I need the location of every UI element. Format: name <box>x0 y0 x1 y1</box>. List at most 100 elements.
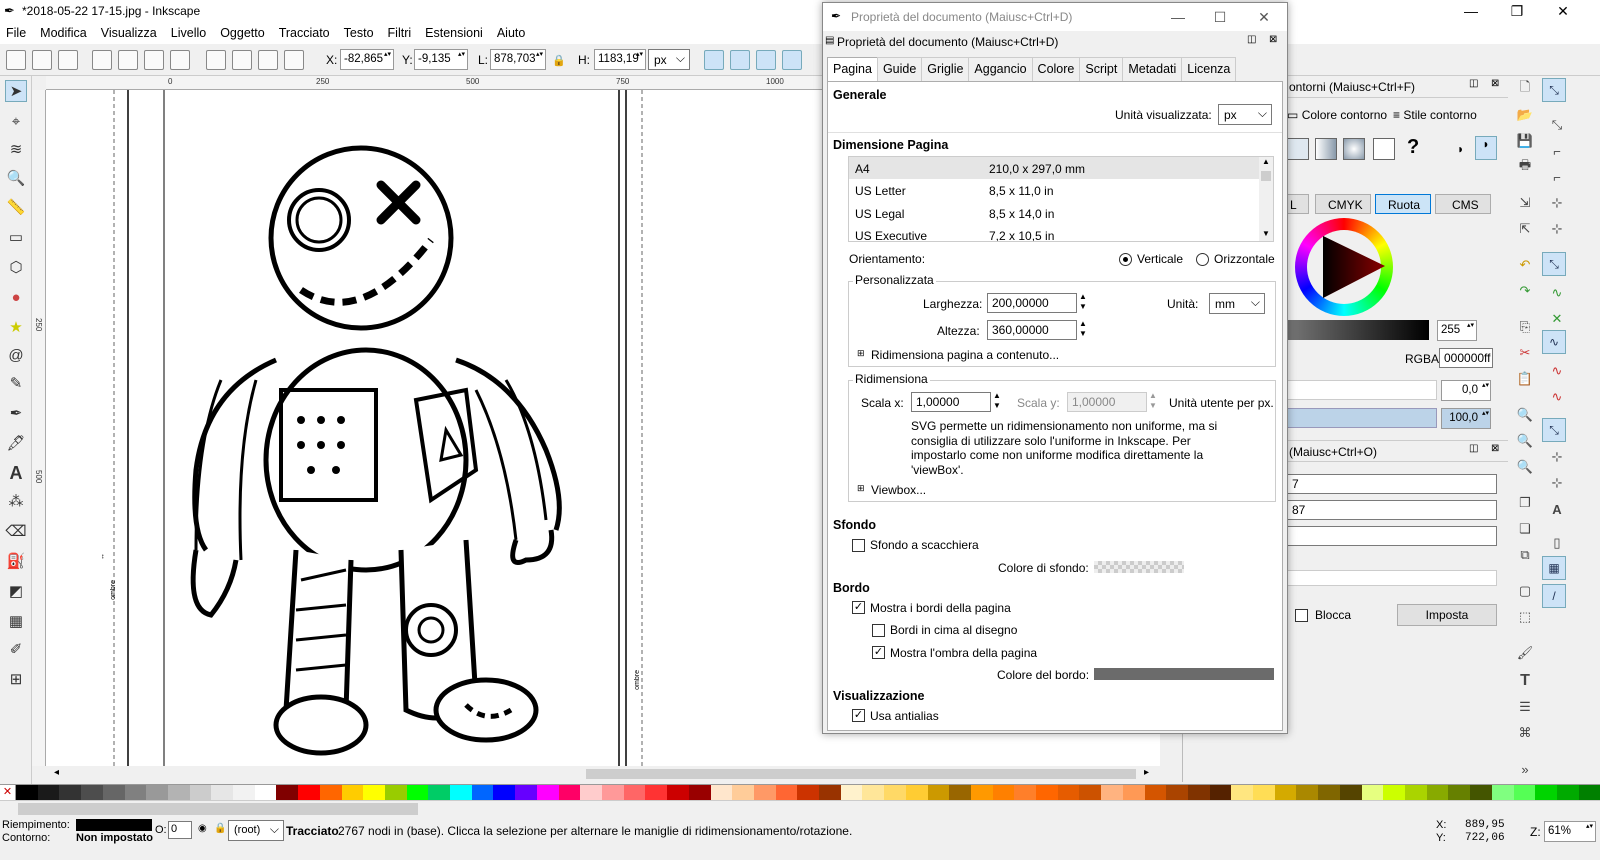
scroll-down-icon[interactable]: ▼ <box>1262 229 1270 238</box>
pen-tool-icon[interactable]: ✒ <box>5 402 27 424</box>
color-mode-tab-cmyk[interactable]: CMYK <box>1315 194 1371 214</box>
opacity-slider[interactable] <box>1287 408 1437 428</box>
tab-colore[interactable]: Colore <box>1031 57 1081 81</box>
palette-swatch[interactable] <box>59 785 82 801</box>
palette-swatch[interactable] <box>1470 785 1492 801</box>
menu-estensioni[interactable]: Estensioni <box>425 26 483 40</box>
palette-swatch[interactable] <box>1274 785 1297 801</box>
open-icon[interactable]: 📂 <box>1516 106 1534 124</box>
landscape-radio[interactable] <box>1196 253 1209 266</box>
palette-swatch[interactable] <box>1361 785 1384 801</box>
layer-select[interactable]: (root) <box>228 820 284 841</box>
scroll-right-icon[interactable]: ▸ <box>1144 767 1149 778</box>
dropper-tool-icon[interactable]: ✐ <box>5 638 27 660</box>
connector-tool-icon[interactable]: ⊞ <box>5 668 27 690</box>
border-on-top-checkbox[interactable] <box>872 624 885 637</box>
scroll-left-icon[interactable]: ◂ <box>54 767 59 778</box>
fill-stroke-dialog-icon[interactable]: 🖌 <box>1516 644 1534 662</box>
unlink-clone-icon[interactable]: ⧉ <box>1516 546 1534 564</box>
palette-swatch[interactable] <box>1057 785 1080 801</box>
blur-field[interactable]: 0,0 <box>1441 380 1491 401</box>
scroll-up-icon[interactable]: ▲ <box>1262 157 1270 166</box>
list-scroll-thumb[interactable] <box>1261 171 1271 181</box>
palette-swatch[interactable] <box>970 785 993 801</box>
palette-swatch[interactable] <box>1513 785 1536 801</box>
palette-swatch[interactable] <box>580 785 602 801</box>
palette-scrollbar[interactable] <box>18 803 418 815</box>
menu-modifica[interactable]: Modifica <box>40 26 87 40</box>
rotate-ccw-icon[interactable] <box>92 50 112 70</box>
layer-lock-icon[interactable]: 🔒 <box>214 823 226 834</box>
palette-swatch[interactable] <box>189 785 212 801</box>
maximize-button[interactable]: ❐ <box>1494 0 1540 22</box>
snap-path-icon[interactable]: ∿ <box>1548 284 1566 302</box>
lower-to-bottom-icon[interactable] <box>284 50 304 70</box>
portrait-radio[interactable] <box>1119 253 1132 266</box>
raise-icon[interactable] <box>232 50 252 70</box>
palette-swatch[interactable] <box>428 785 451 801</box>
palette-swatch[interactable] <box>37 785 60 801</box>
fill-rule-nonzero-icon[interactable]: ◗ <box>1475 136 1497 160</box>
snap-nodes-icon[interactable]: ⤡ <box>1542 252 1566 276</box>
page-units-select[interactable]: mm <box>1209 293 1265 314</box>
blur-slider[interactable] <box>1287 380 1437 400</box>
calligraphy-tool-icon[interactable]: 🖋 <box>5 432 27 454</box>
copy-icon[interactable]: ⎘ <box>1516 318 1534 336</box>
scale-stroke-icon[interactable] <box>704 50 724 70</box>
scale-corners-icon[interactable] <box>730 50 750 70</box>
palette-swatch[interactable] <box>124 785 147 801</box>
palette-swatch[interactable] <box>775 785 798 801</box>
display-units-select[interactable]: px <box>1218 104 1272 125</box>
measure-tool-icon[interactable]: 📏 <box>5 196 27 218</box>
flip-horizontal-icon[interactable] <box>144 50 164 70</box>
palette-swatch[interactable] <box>298 785 320 801</box>
color-palette[interactable]: ✕ <box>0 784 1600 801</box>
palette-swatch[interactable] <box>1101 785 1123 801</box>
palette-swatch[interactable] <box>341 785 364 801</box>
group-icon[interactable]: ▢ <box>1516 582 1534 600</box>
palette-swatch[interactable] <box>1426 785 1449 801</box>
tab-script[interactable]: Script <box>1079 57 1124 81</box>
palette-swatch[interactable] <box>1491 785 1514 801</box>
rotate-cw-icon[interactable] <box>118 50 138 70</box>
star-tool-icon[interactable]: ★ <box>5 316 27 338</box>
save-icon[interactable]: 💾 <box>1516 132 1534 150</box>
zoom-selection-icon[interactable]: 🔍 <box>1516 406 1534 424</box>
palette-swatch[interactable] <box>992 785 1015 801</box>
palette-swatch[interactable] <box>927 785 950 801</box>
palette-swatch[interactable] <box>905 785 928 801</box>
menu-aiuto[interactable]: Aiuto <box>497 26 526 40</box>
panel-close-icon[interactable]: ⊠ <box>1491 78 1499 89</box>
menu-file[interactable]: File <box>6 26 26 40</box>
object-title-field[interactable] <box>1287 526 1497 546</box>
unset-paint-icon[interactable]: ? <box>1407 136 1419 159</box>
palette-swatch[interactable] <box>688 785 711 801</box>
snap-bbox-corner-icon[interactable]: ⌐ <box>1548 168 1566 186</box>
page-size-row-us-letter[interactable]: US Letter 8,5 x 11,0 in <box>849 179 1259 201</box>
clone-icon[interactable]: ❏ <box>1516 520 1534 538</box>
move-patterns-icon[interactable] <box>782 50 802 70</box>
select-all-layers-icon[interactable] <box>32 50 52 70</box>
menu-filtri[interactable]: Filtri <box>388 26 412 40</box>
background-color-swatch[interactable] <box>1094 561 1184 573</box>
mesh-tool-icon[interactable]: ▦ <box>5 610 27 632</box>
palette-swatch[interactable] <box>1209 785 1232 801</box>
viewbox-expander-icon[interactable]: ⊞ <box>857 483 865 494</box>
menu-livello[interactable]: Livello <box>171 26 206 40</box>
menu-tracciato[interactable]: Tracciato <box>279 26 330 40</box>
radial-gradient-icon[interactable] <box>1343 138 1365 160</box>
redo-icon[interactable]: ↷ <box>1516 282 1534 300</box>
import-icon[interactable]: ⇲ <box>1516 194 1534 212</box>
close-button[interactable]: ✕ <box>1540 0 1586 22</box>
color-triangle[interactable] <box>1295 218 1393 316</box>
snap-object-center-icon[interactable]: ⊹ <box>1548 448 1566 466</box>
page-height-field[interactable]: 360,00000 <box>987 320 1077 340</box>
lower-icon[interactable] <box>258 50 278 70</box>
snap-bbox-midpoint-icon[interactable]: ⊹ <box>1548 194 1566 212</box>
palette-swatch[interactable] <box>406 785 429 801</box>
snap-cusp-icon[interactable]: ∿ <box>1542 330 1566 354</box>
rectangle-tool-icon[interactable]: ▭ <box>5 226 27 248</box>
tab-aggancio[interactable]: Aggancio <box>968 57 1033 81</box>
snap-guide-icon[interactable]: / <box>1542 584 1566 608</box>
palette-swatch[interactable] <box>645 785 668 801</box>
